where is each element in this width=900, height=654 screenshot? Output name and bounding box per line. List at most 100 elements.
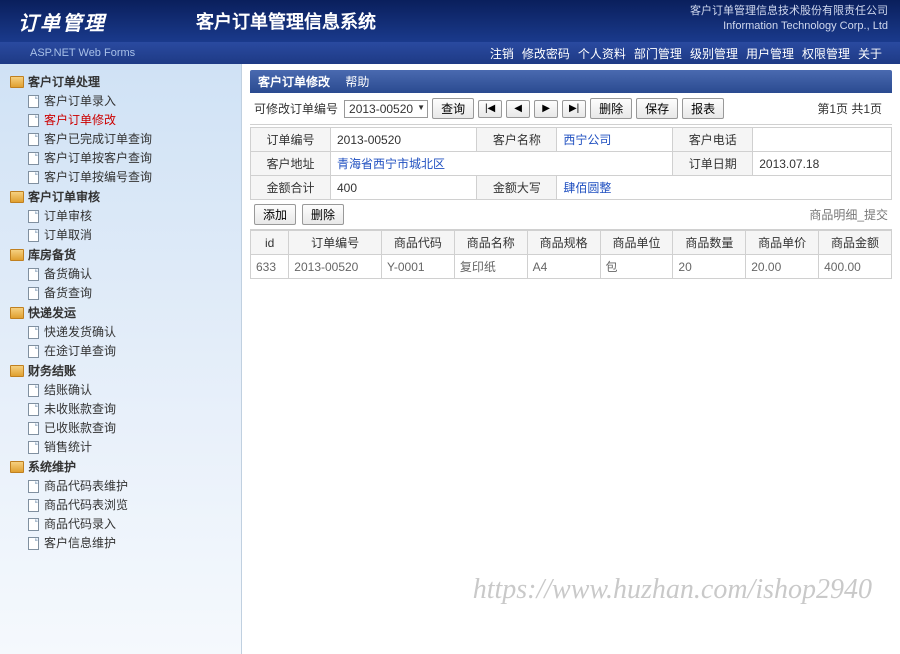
tree-group[interactable]: 系统维护 <box>0 457 241 477</box>
value-order-date: 2013.07.18 <box>753 152 892 176</box>
tree-item[interactable]: 客户信息维护 <box>0 534 241 553</box>
delete-row-button[interactable]: 删除 <box>302 204 344 225</box>
file-icon <box>28 384 39 397</box>
sidebar-tree: 客户订单处理客户订单录入客户订单修改客户已完成订单查询客户订单按客户查询客户订单… <box>0 64 242 654</box>
file-icon <box>28 114 39 127</box>
value-cust-name[interactable]: 西宁公司 <box>557 128 673 152</box>
table-row[interactable]: 6332013-00520Y-0001复印纸A4包2020.00400.00 <box>251 255 892 279</box>
detail-grid: id订单编号商品代码商品名称商品规格商品单位商品数量商品单价商品金额 63320… <box>250 230 892 279</box>
editable-order-label: 可修改订单编号 <box>254 100 338 117</box>
last-page-button[interactable]: ▶| <box>562 100 586 118</box>
tab-help[interactable]: 帮助 <box>345 75 369 89</box>
file-icon <box>28 422 39 435</box>
sub-logo: ASP.NET Web Forms <box>0 47 135 59</box>
app-header: 订单管理 客户订单管理信息系统 客户订单管理信息技术股份有限责任公司 Infor… <box>0 0 900 42</box>
company-info: 客户订单管理信息技术股份有限责任公司 Information Technolog… <box>690 4 888 35</box>
nav-link[interactable]: 级别管理 <box>690 47 738 61</box>
file-icon <box>28 345 39 358</box>
order-select[interactable]: 2013-00520 <box>344 100 428 118</box>
tree-item[interactable]: 备货查询 <box>0 284 241 303</box>
tree-item[interactable]: 客户订单修改 <box>0 111 241 130</box>
tree-item[interactable]: 商品代码录入 <box>0 515 241 534</box>
tab-order-edit[interactable]: 客户订单修改 <box>258 75 330 89</box>
file-icon <box>28 95 39 108</box>
file-icon <box>28 133 39 146</box>
sub-header: ASP.NET Web Forms 注销修改密码个人资料部门管理级别管理用户管理… <box>0 42 900 64</box>
grid-header: id <box>251 231 289 255</box>
tree-item[interactable]: 订单取消 <box>0 226 241 245</box>
grid-header: 商品代码 <box>381 231 454 255</box>
tree-group[interactable]: 客户订单处理 <box>0 72 241 92</box>
value-total: 400 <box>331 176 477 200</box>
add-row-button[interactable]: 添加 <box>254 204 296 225</box>
top-nav: 注销修改密码个人资料部门管理级别管理用户管理权限管理关于 <box>486 45 900 62</box>
tree-group[interactable]: 库房备货 <box>0 245 241 265</box>
toolbar: 可修改订单编号 2013-00520 查询 |◀ ◀ ▶ ▶| 删除 保存 报表… <box>250 93 892 125</box>
tree-item[interactable]: 商品代码表维护 <box>0 477 241 496</box>
grid-header: 商品单位 <box>600 231 673 255</box>
tree-group[interactable]: 财务结账 <box>0 361 241 381</box>
label-order-date: 订单日期 <box>673 152 753 176</box>
folder-icon <box>10 191 24 203</box>
value-total-cn[interactable]: 肆佰圆整 <box>557 176 892 200</box>
prev-page-button[interactable]: ◀ <box>506 100 530 118</box>
tree-item[interactable]: 未收账款查询 <box>0 400 241 419</box>
order-form: 订单编号 2013-00520 客户名称 西宁公司 客户电话 客户地址 青海省西… <box>250 127 892 200</box>
nav-link[interactable]: 关于 <box>858 47 882 61</box>
tree-item[interactable]: 备货确认 <box>0 265 241 284</box>
app-logo-title: 订单管理 <box>18 7 106 36</box>
file-icon <box>28 480 39 493</box>
tree-item[interactable]: 结账确认 <box>0 381 241 400</box>
report-button[interactable]: 报表 <box>682 98 724 119</box>
delete-button[interactable]: 删除 <box>590 98 632 119</box>
file-icon <box>28 287 39 300</box>
tree-item[interactable]: 客户已完成订单查询 <box>0 130 241 149</box>
grid-header: 商品单价 <box>746 231 819 255</box>
save-button[interactable]: 保存 <box>636 98 678 119</box>
value-cust-phone <box>753 128 892 152</box>
file-icon <box>28 171 39 184</box>
nav-link[interactable]: 注销 <box>490 47 514 61</box>
file-icon <box>28 441 39 454</box>
tree-item[interactable]: 快递发货确认 <box>0 323 241 342</box>
grid-header: 商品规格 <box>527 231 600 255</box>
tree-item[interactable]: 商品代码表浏览 <box>0 496 241 515</box>
tree-item[interactable]: 销售统计 <box>0 438 241 457</box>
file-icon <box>28 403 39 416</box>
nav-link[interactable]: 修改密码 <box>522 47 570 61</box>
nav-link[interactable]: 用户管理 <box>746 47 794 61</box>
nav-link[interactable]: 部门管理 <box>634 47 682 61</box>
file-icon <box>28 326 39 339</box>
file-icon <box>28 499 39 512</box>
tree-item[interactable]: 订单审核 <box>0 207 241 226</box>
value-cust-addr[interactable]: 青海省西宁市城北区 <box>331 152 673 176</box>
next-page-button[interactable]: ▶ <box>534 100 558 118</box>
query-button[interactable]: 查询 <box>432 98 474 119</box>
tree-item[interactable]: 客户订单录入 <box>0 92 241 111</box>
tree-item[interactable]: 已收账款查询 <box>0 419 241 438</box>
main-content: 客户订单修改 帮助 可修改订单编号 2013-00520 查询 |◀ ◀ ▶ ▶… <box>242 64 900 654</box>
first-page-button[interactable]: |◀ <box>478 100 502 118</box>
detail-submit-label[interactable]: 商品明细_提交 <box>809 206 888 223</box>
file-icon <box>28 210 39 223</box>
file-icon <box>28 152 39 165</box>
nav-link[interactable]: 个人资料 <box>578 47 626 61</box>
nav-link[interactable]: 权限管理 <box>802 47 850 61</box>
file-icon <box>28 229 39 242</box>
folder-icon <box>10 249 24 261</box>
detail-toolbar: 添加 删除 商品明细_提交 <box>250 200 892 230</box>
tree-item[interactable]: 客户订单按客户查询 <box>0 149 241 168</box>
page-info: 第1页 共1页 <box>817 100 888 117</box>
grid-header: 商品名称 <box>454 231 527 255</box>
grid-header: 商品数量 <box>673 231 746 255</box>
folder-icon <box>10 307 24 319</box>
folder-icon <box>10 76 24 88</box>
label-cust-addr: 客户地址 <box>251 152 331 176</box>
tree-group[interactable]: 快递发运 <box>0 303 241 323</box>
label-total: 金额合计 <box>251 176 331 200</box>
file-icon <box>28 518 39 531</box>
tree-group[interactable]: 客户订单审核 <box>0 187 241 207</box>
tree-item[interactable]: 在途订单查询 <box>0 342 241 361</box>
tree-item[interactable]: 客户订单按编号查询 <box>0 168 241 187</box>
file-icon <box>28 268 39 281</box>
